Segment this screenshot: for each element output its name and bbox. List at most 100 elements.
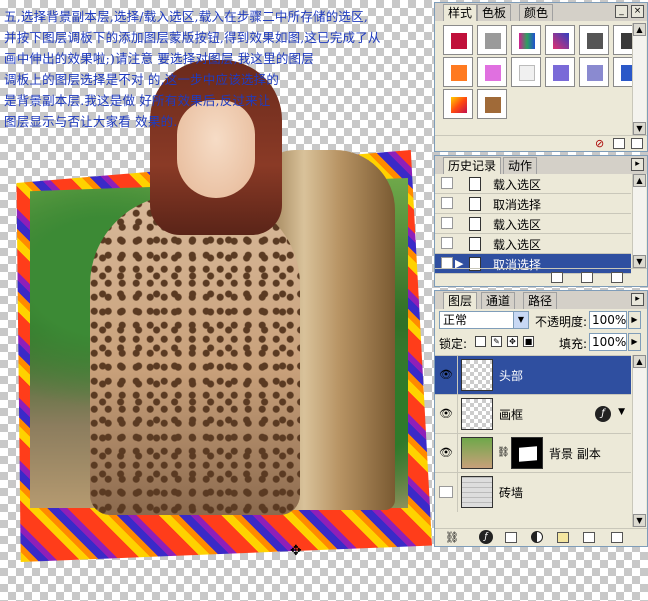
lock-fill-row: 锁定: ✎ ✥ ■ 填充: 100% ▶	[435, 331, 647, 353]
document-canvas[interactable]: 五,选择背景副本层,选择/载入选区,载入在步骤二中所存储的选区, 并按下图层调板…	[0, 0, 434, 601]
style-swatch[interactable]	[579, 25, 609, 55]
tab-color[interactable]: 颜色	[519, 4, 554, 21]
history-item-label: 载入选区	[493, 178, 542, 192]
blend-mode-select[interactable]: 正常 ▼	[439, 311, 529, 329]
fill-label: 填充:	[559, 337, 588, 351]
delete-state-icon[interactable]	[611, 272, 623, 283]
mask-link-icon[interactable]: ⛓	[497, 447, 510, 458]
lock-transparency-icon[interactable]	[475, 336, 486, 347]
new-document-from-state-icon[interactable]	[551, 272, 563, 283]
scroll-up-icon[interactable]: ▲	[633, 23, 646, 36]
layers-scrollbar[interactable]: ▲ ▼	[632, 355, 646, 527]
style-swatch[interactable]	[477, 89, 507, 119]
tab-styles[interactable]: 样式	[443, 4, 478, 21]
history-snapshot-box[interactable]	[441, 197, 453, 209]
scroll-up-icon[interactable]: ▲	[633, 355, 646, 368]
layer-name: 头部	[499, 369, 524, 383]
styles-scrollbar[interactable]: ▲ ▼	[632, 23, 646, 135]
expand-effects-icon[interactable]: ▼	[618, 407, 625, 417]
history-toolbar	[435, 268, 647, 286]
style-swatch[interactable]	[545, 25, 575, 55]
eye-icon[interactable]: 👁	[439, 369, 453, 381]
history-item[interactable]: 载入选区	[435, 214, 631, 234]
scroll-down-icon[interactable]: ▼	[633, 255, 646, 268]
tutorial-line: 并按下图层调板下的添加图层蒙版按钮,得到效果如图,这已完成了从	[4, 30, 381, 45]
tab-layers[interactable]: 图层	[443, 292, 478, 309]
eye-icon[interactable]: 👁	[439, 447, 453, 459]
eye-icon[interactable]: 👁	[439, 408, 453, 420]
layer-row[interactable]: 砖墙	[435, 472, 631, 512]
no-style-icon[interactable]: ⊘	[595, 137, 604, 150]
history-panel: 历史记录 动作 ▸ 载入选区 取消选择 载入选区 载入选区 ▶ 取消选择 ▲ ▼	[434, 155, 648, 287]
history-scrollbar[interactable]: ▲ ▼	[632, 174, 646, 268]
scroll-down-icon[interactable]: ▼	[633, 122, 646, 135]
chevron-down-icon[interactable]: ▼	[513, 312, 528, 328]
layers-panel: 图层 通道 路径 ▸ 正常 ▼ 不透明度: 100% ▶ 锁定: ✎ ✥ ■ 填…	[434, 290, 648, 547]
style-swatch[interactable]	[477, 57, 507, 87]
fill-field[interactable]: 100%	[589, 333, 627, 351]
style-swatch[interactable]	[443, 57, 473, 87]
delete-style-icon[interactable]	[631, 138, 643, 149]
new-group-icon[interactable]	[557, 532, 569, 543]
eye-hidden-icon[interactable]	[439, 486, 453, 498]
history-item[interactable]: 载入选区	[435, 234, 631, 254]
close-icon[interactable]: ×	[631, 5, 644, 18]
style-swatch[interactable]	[511, 25, 541, 55]
history-snapshot-box[interactable]	[441, 217, 453, 229]
tab-swatches[interactable]: 色板	[477, 4, 512, 21]
style-swatch[interactable]	[545, 57, 575, 87]
styles-panel: 样式 色板 颜色 _ × ▲ ▼ ⊘	[434, 2, 648, 152]
style-swatch[interactable]	[443, 25, 473, 55]
layer-effects-icon[interactable]: ƒ	[595, 406, 611, 422]
layer-separator	[457, 356, 458, 395]
layer-row[interactable]: 👁 头部	[435, 355, 631, 395]
new-style-icon[interactable]	[613, 138, 625, 149]
history-tabstrip: 历史记录 动作 ▸	[435, 156, 647, 174]
adjustment-layer-icon[interactable]	[531, 531, 543, 543]
tutorial-line: 五,选择背景副本层,选择/载入选区,载入在步骤二中所存储的选区,	[4, 9, 369, 24]
style-swatch-fill	[587, 33, 603, 49]
new-snapshot-icon[interactable]	[581, 272, 593, 283]
opacity-slider-icon[interactable]: ▶	[628, 311, 641, 329]
tab-history[interactable]: 历史记录	[443, 157, 502, 174]
tutorial-text: 五,选择背景副本层,选择/载入选区,载入在步骤二中所存储的选区, 并按下图层调板…	[4, 6, 432, 132]
layer-thumbnail	[461, 359, 493, 391]
style-swatch-fill	[485, 65, 501, 81]
layer-row[interactable]: 👁 画框 ƒ ▼	[435, 394, 631, 434]
style-swatch-fill	[451, 97, 467, 113]
fill-slider-icon[interactable]: ▶	[628, 333, 641, 351]
style-swatch-fill	[451, 33, 467, 49]
scroll-up-icon[interactable]: ▲	[633, 174, 646, 187]
style-swatch[interactable]	[579, 57, 609, 87]
history-snapshot-box[interactable]	[441, 237, 453, 249]
history-snapshot-box[interactable]	[441, 177, 453, 189]
history-item[interactable]: 载入选区	[435, 174, 631, 194]
new-layer-icon[interactable]	[583, 532, 595, 543]
panel-menu-icon[interactable]: ▸	[631, 158, 644, 171]
opacity-field[interactable]: 100%	[589, 311, 627, 329]
style-swatch-fill	[553, 65, 569, 81]
minimize-icon[interactable]: _	[615, 5, 628, 18]
layer-style-icon[interactable]: ƒ	[479, 530, 493, 544]
history-item[interactable]: 取消选择	[435, 194, 631, 214]
tab-channels[interactable]: 通道	[481, 292, 516, 309]
lock-all-icon[interactable]: ■	[523, 336, 534, 347]
style-swatch[interactable]	[443, 89, 473, 119]
tab-paths[interactable]: 路径	[523, 292, 558, 309]
scroll-down-icon[interactable]: ▼	[633, 514, 646, 527]
move-cursor-icon: ✥	[290, 543, 302, 559]
style-swatch[interactable]	[511, 57, 541, 87]
delete-layer-icon[interactable]	[611, 532, 623, 543]
style-swatch-fill	[485, 33, 501, 49]
lock-position-icon[interactable]: ✥	[507, 336, 518, 347]
tab-actions[interactable]: 动作	[503, 157, 538, 174]
add-mask-icon[interactable]	[505, 532, 517, 543]
lock-label: 锁定:	[439, 337, 468, 351]
style-swatch[interactable]	[477, 25, 507, 55]
panel-menu-icon[interactable]: ▸	[631, 293, 644, 306]
lock-paint-icon[interactable]: ✎	[491, 336, 502, 347]
layer-row[interactable]: 👁 ⛓ 背景 副本	[435, 433, 631, 473]
link-layers-icon[interactable]: ⛓	[445, 531, 459, 544]
layer-mask-thumbnail[interactable]	[511, 437, 543, 469]
styles-toolbar: ⊘	[435, 135, 647, 151]
